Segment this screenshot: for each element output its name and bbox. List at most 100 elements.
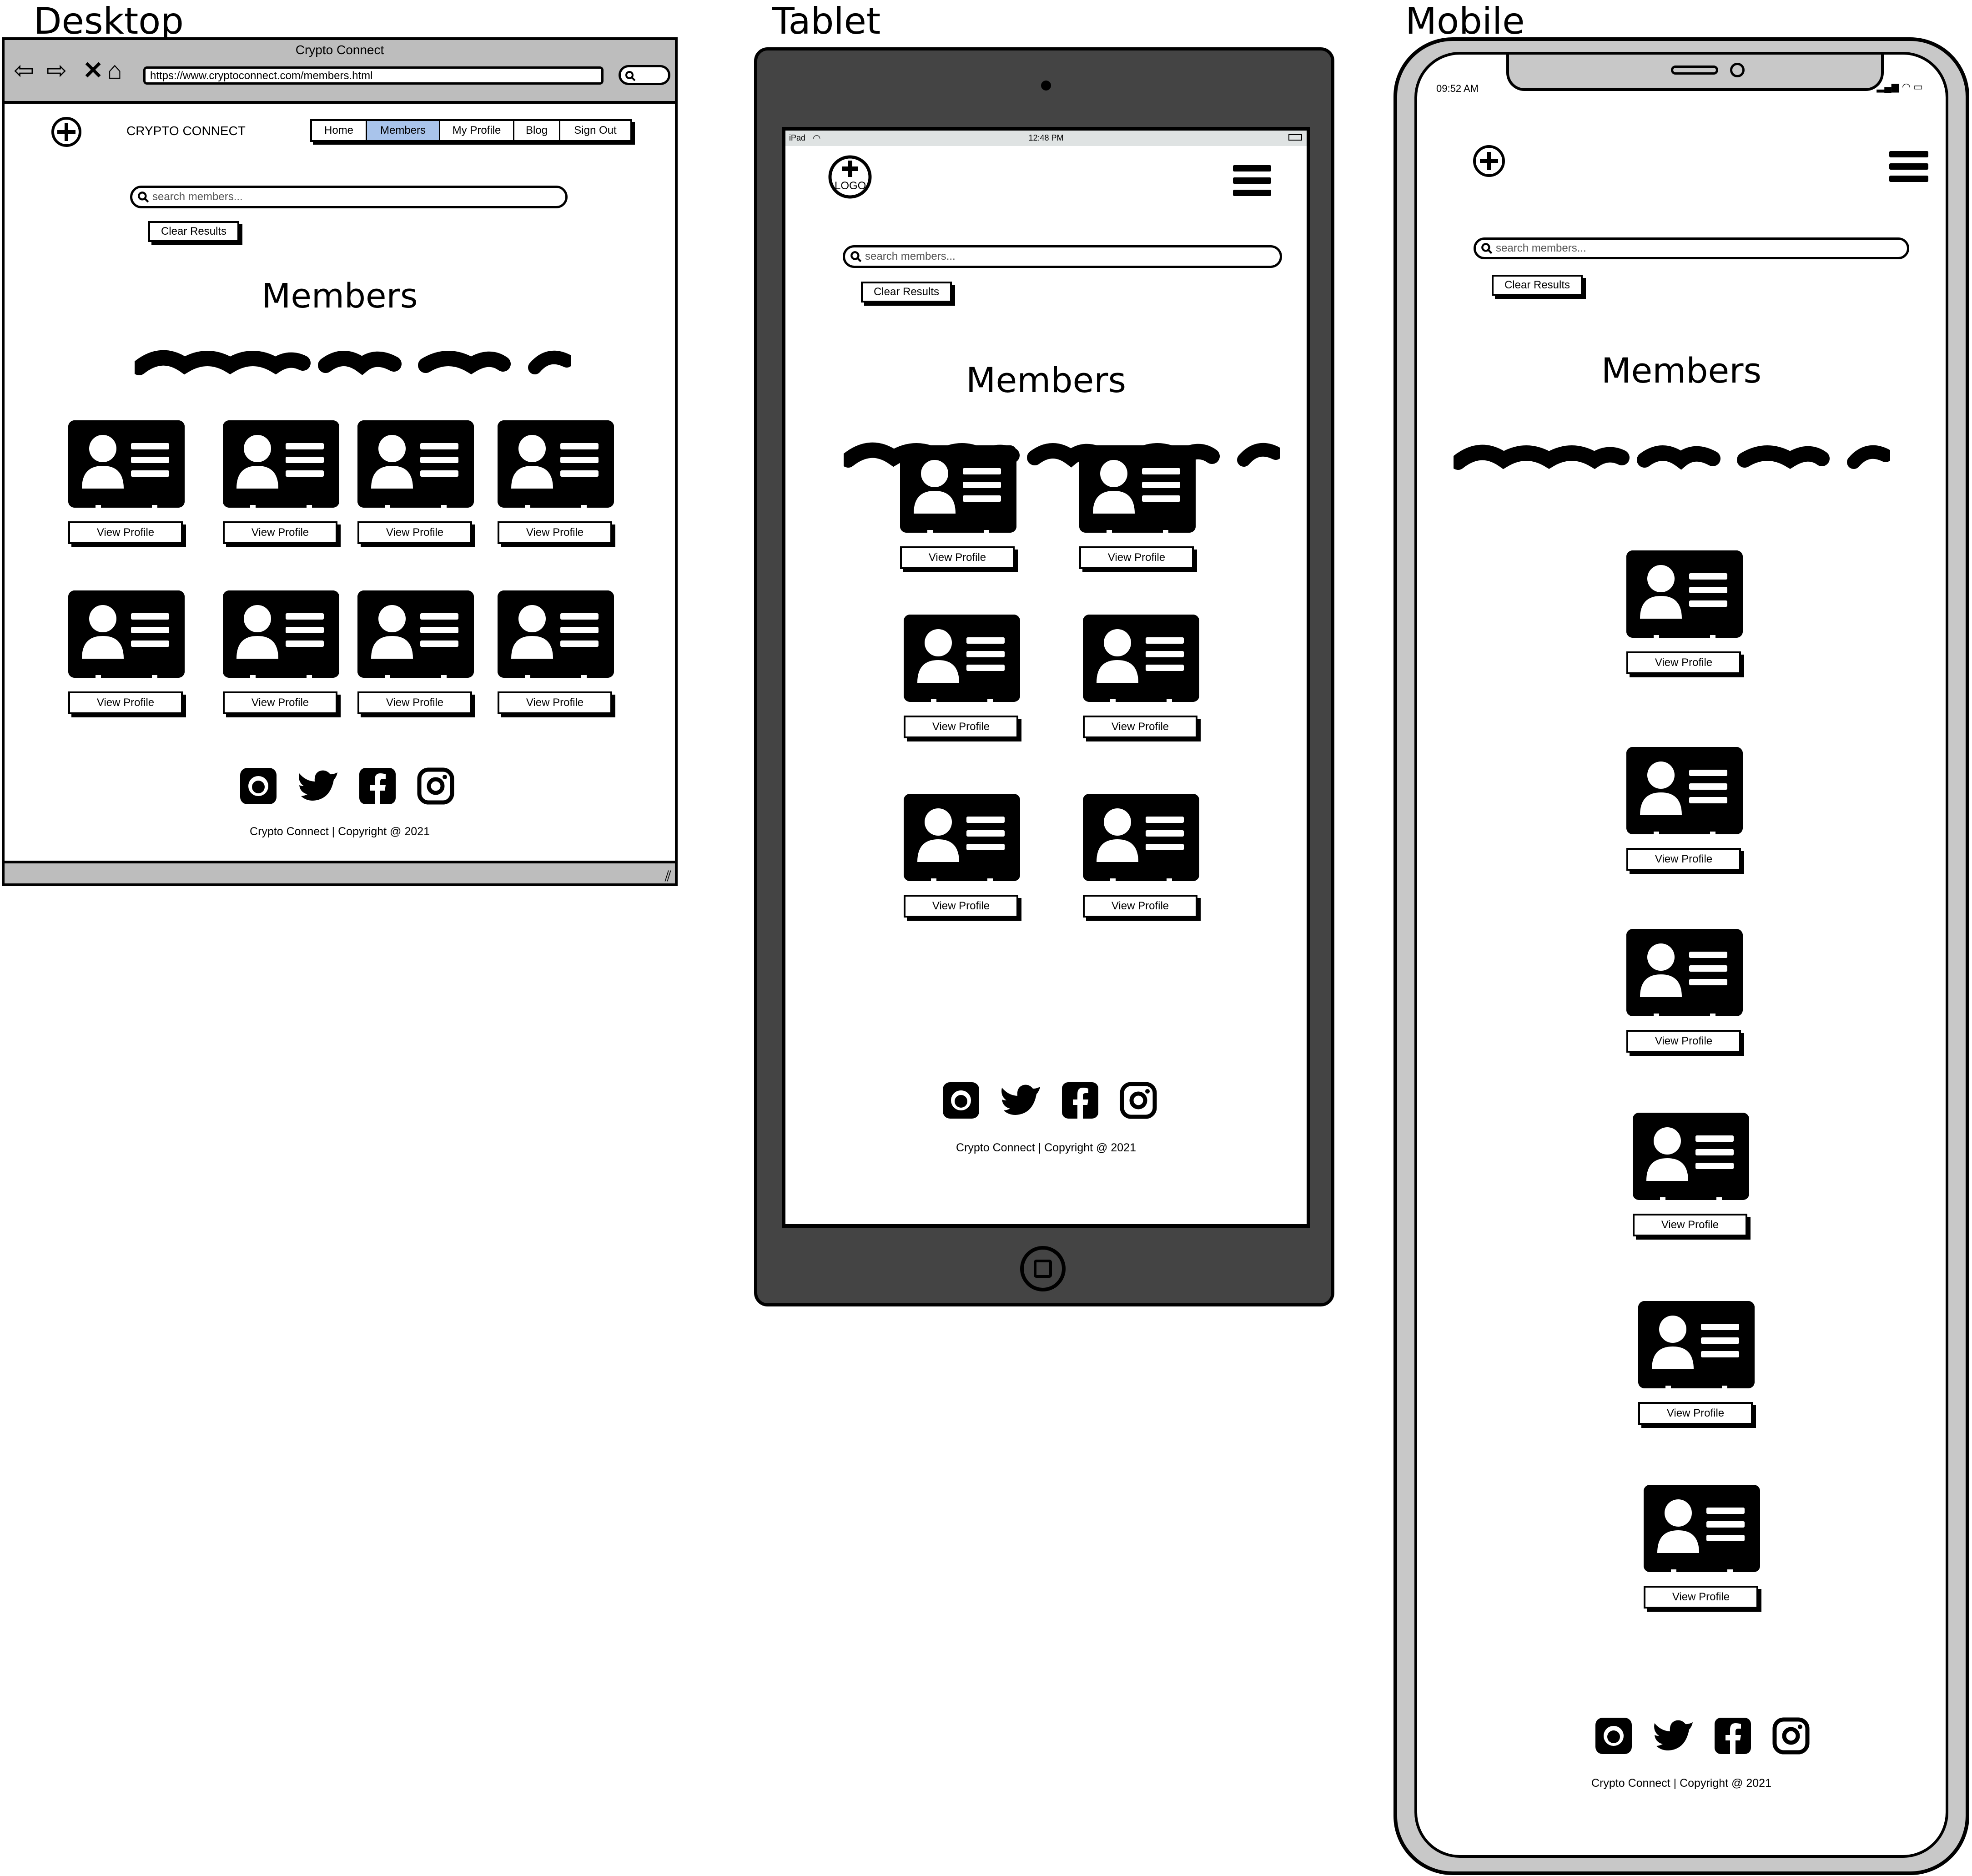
- member-card: [1626, 929, 1743, 1016]
- instagram-icon[interactable]: [1119, 1081, 1157, 1120]
- home-icon[interactable]: ⌂: [107, 58, 122, 83]
- tablet-device: iPad ◠ 12:48 PM LOGO search members... C…: [754, 47, 1334, 1306]
- close-icon[interactable]: ✕: [83, 58, 103, 83]
- id-card-icon: [223, 420, 339, 508]
- member-card: [357, 590, 474, 678]
- forward-arrow-icon[interactable]: ⇨: [46, 58, 67, 83]
- copyright-text: Crypto Connect | Copyright @ 2021: [956, 1141, 1136, 1154]
- status-bar: iPad ◠ 12:48 PM: [785, 131, 1307, 146]
- id-card-icon: [223, 590, 339, 678]
- github-icon[interactable]: [1595, 1717, 1633, 1755]
- mobile-device: 09:52 AM ▂▄▆ ◠ ▭ search members... Clear…: [1393, 37, 1969, 1875]
- view-profile-button[interactable]: View Profile: [1644, 1586, 1758, 1609]
- mobile-label: Mobile: [1405, 0, 1525, 42]
- view-profile-button[interactable]: View Profile: [904, 895, 1018, 918]
- page-title: Members: [262, 277, 418, 316]
- copyright-text: Crypto Connect | Copyright @ 2021: [250, 825, 430, 838]
- resize-grip-icon[interactable]: ⫽: [665, 869, 671, 883]
- instagram-icon[interactable]: [417, 767, 455, 805]
- id-card-icon: [1633, 1113, 1749, 1200]
- search-input[interactable]: search members...: [843, 245, 1282, 268]
- nav-home[interactable]: Home: [312, 121, 367, 140]
- clear-results-button[interactable]: Clear Results: [148, 221, 239, 242]
- facebook-icon[interactable]: [1714, 1717, 1752, 1755]
- logo-plus-icon[interactable]: [50, 116, 83, 148]
- view-profile-button[interactable]: View Profile: [498, 521, 612, 544]
- view-profile-button[interactable]: View Profile: [498, 691, 612, 714]
- hamburger-menu-icon[interactable]: [1889, 151, 1928, 188]
- member-card: [68, 420, 185, 508]
- id-card-icon: [1626, 747, 1743, 834]
- twitter-icon[interactable]: [297, 769, 338, 803]
- clear-results-button[interactable]: Clear Results: [861, 282, 952, 303]
- id-card-icon: [1626, 929, 1743, 1016]
- view-profile-button[interactable]: View Profile: [1083, 895, 1197, 918]
- view-profile-button[interactable]: View Profile: [1626, 848, 1741, 871]
- nav-my-profile[interactable]: My Profile: [440, 121, 514, 140]
- search-placeholder: search members...: [152, 191, 243, 203]
- phone-notch: [1506, 55, 1884, 91]
- url-bar[interactable]: https://www.cryptoconnect.com/members.ht…: [143, 66, 604, 85]
- id-card-icon: [1644, 1485, 1760, 1572]
- page-title: Members: [1601, 350, 1762, 391]
- nav-members[interactable]: Members: [367, 121, 440, 140]
- view-profile-button[interactable]: View Profile: [68, 691, 183, 714]
- view-profile-button[interactable]: View Profile: [1626, 1030, 1741, 1053]
- nav-sign-out[interactable]: Sign Out: [560, 121, 630, 140]
- view-profile-button[interactable]: View Profile: [223, 521, 337, 544]
- browser-toolbar: Crypto Connect ⇦ ⇨ ✕ ⌂ https://www.crypt…: [5, 40, 675, 104]
- view-profile-button[interactable]: View Profile: [900, 546, 1015, 569]
- social-links: [1595, 1717, 1810, 1755]
- id-card-icon: [1083, 794, 1199, 881]
- battery-icon: [1288, 134, 1302, 141]
- view-profile-button[interactable]: View Profile: [1083, 716, 1197, 738]
- logo-plus-icon[interactable]: [827, 154, 873, 200]
- view-profile-button[interactable]: View Profile: [904, 716, 1018, 738]
- desktop-browser-window: Crypto Connect ⇦ ⇨ ✕ ⌂ https://www.crypt…: [2, 37, 678, 886]
- view-profile-button[interactable]: View Profile: [1079, 546, 1194, 569]
- logo-plus-icon[interactable]: [1472, 144, 1506, 178]
- twitter-icon[interactable]: [1653, 1719, 1694, 1753]
- facebook-icon[interactable]: [358, 767, 397, 805]
- tablet-label: Tablet: [772, 0, 881, 42]
- home-button[interactable]: [1020, 1246, 1066, 1291]
- nav-blog[interactable]: Blog: [514, 121, 560, 140]
- search-input[interactable]: search members...: [1474, 237, 1909, 259]
- id-card-icon: [1079, 445, 1196, 533]
- github-icon[interactable]: [239, 767, 277, 805]
- member-card: [223, 420, 339, 508]
- github-icon[interactable]: [942, 1081, 980, 1120]
- search-placeholder: search members...: [1496, 242, 1586, 254]
- copyright-text: Crypto Connect | Copyright @ 2021: [1591, 1777, 1771, 1790]
- search-input[interactable]: search members...: [130, 186, 568, 208]
- view-profile-button[interactable]: View Profile: [1633, 1214, 1747, 1236]
- member-card: [498, 420, 614, 508]
- view-profile-button[interactable]: View Profile: [357, 521, 472, 544]
- camera-dot: [1041, 81, 1051, 91]
- window-title: Crypto Connect: [295, 43, 384, 57]
- view-profile-button[interactable]: View Profile: [357, 691, 472, 714]
- browser-search-field[interactable]: [619, 65, 670, 85]
- view-profile-button[interactable]: View Profile: [1626, 651, 1741, 674]
- id-card-icon: [1626, 550, 1743, 638]
- brand-name: CRYPTO CONNECT: [126, 124, 246, 138]
- social-links: [942, 1081, 1157, 1120]
- clear-results-button[interactable]: Clear Results: [1492, 275, 1583, 296]
- id-card-icon: [498, 420, 614, 508]
- twitter-icon[interactable]: [1000, 1083, 1041, 1118]
- browser-status-bar: ⫽: [5, 861, 675, 883]
- view-profile-button[interactable]: View Profile: [1638, 1402, 1753, 1425]
- front-camera: [1730, 63, 1745, 77]
- hamburger-menu-icon[interactable]: [1233, 165, 1271, 202]
- view-profile-button[interactable]: View Profile: [223, 691, 337, 714]
- main-nav: Home Members My Profile Blog Sign Out: [310, 119, 632, 142]
- status-icons: ▂▄▆ ◠ ▭: [1876, 81, 1923, 92]
- member-card: [1079, 445, 1196, 533]
- back-arrow-icon[interactable]: ⇦: [14, 58, 34, 83]
- view-profile-button[interactable]: View Profile: [68, 521, 183, 544]
- facebook-icon[interactable]: [1061, 1081, 1099, 1120]
- page-title: Members: [966, 360, 1127, 400]
- placeholder-text-scribble: [1454, 444, 1890, 470]
- member-card: [1626, 747, 1743, 834]
- instagram-icon[interactable]: [1772, 1717, 1810, 1755]
